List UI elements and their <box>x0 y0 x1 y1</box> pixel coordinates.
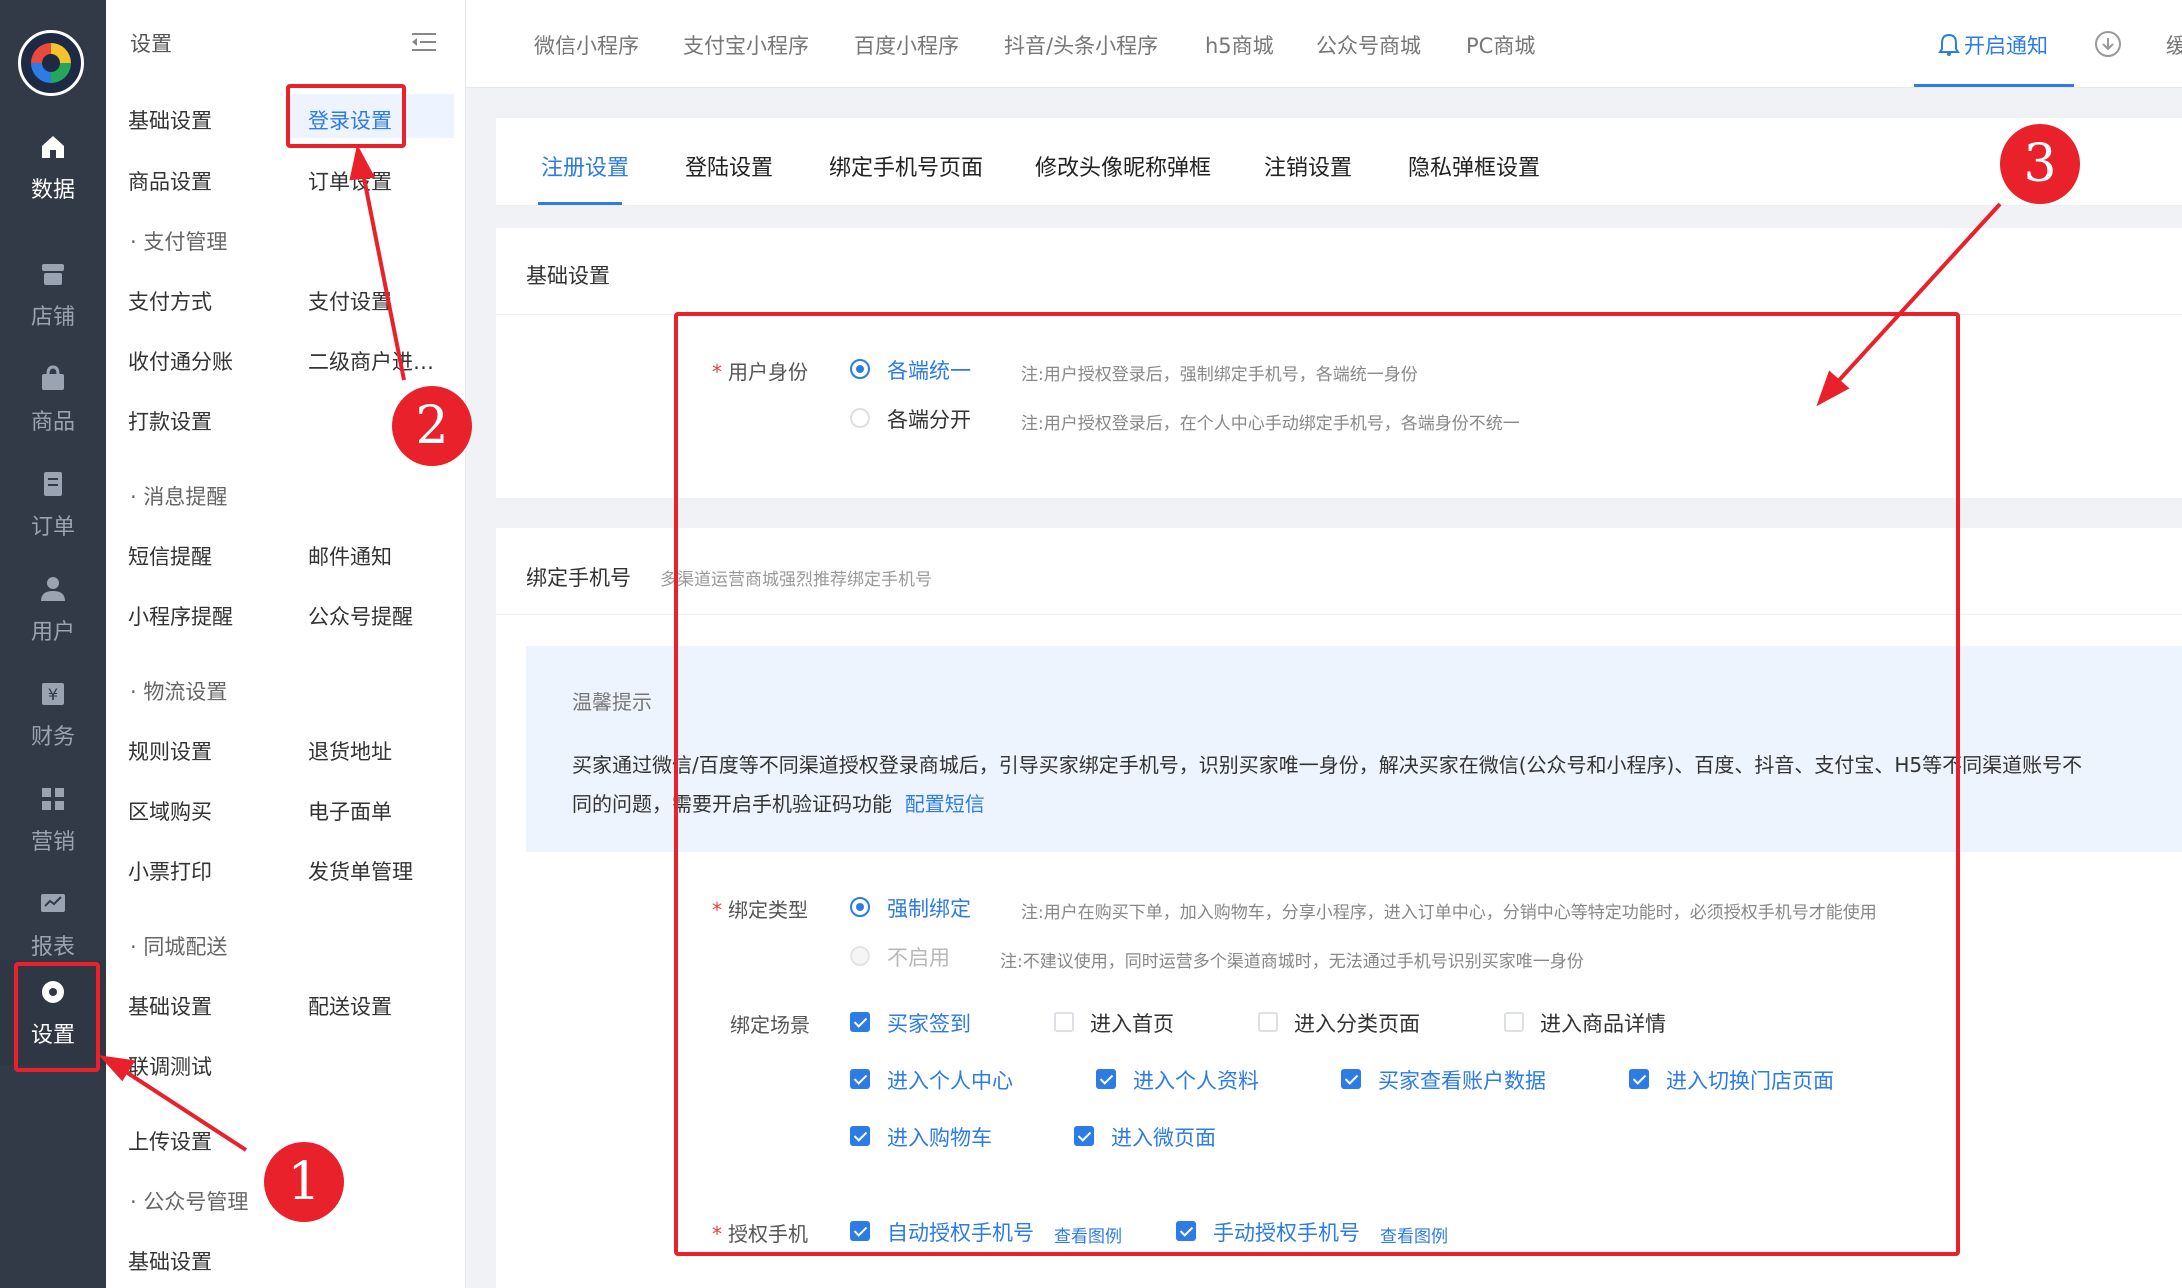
nav-label: 订单 <box>30 514 75 540</box>
annotation-box-content <box>674 312 1960 1256</box>
annotation-badge-3: 3 <box>2000 124 2080 204</box>
marketing-icon <box>42 787 64 810</box>
submenu-item[interactable]: 发货单管理 <box>308 856 413 886</box>
notify-underline <box>1914 84 2074 87</box>
notify-label: 开启通知 <box>1964 34 2048 58</box>
submenu-item[interactable]: 退货地址 <box>308 736 392 766</box>
order-icon <box>44 471 62 496</box>
top-bar: 微信小程序 支付宝小程序 百度小程序 抖音/头条小程序 h5商城 公众号商城 P… <box>466 0 2182 88</box>
submenu-group: · 物流设置 <box>130 680 228 704</box>
settings-tabs: 注册设置 登陆设置 绑定手机号页面 修改头像昵称弹框 注销设置 隐私弹框设置 <box>496 118 2182 206</box>
submenu-group: · 支付管理 <box>130 230 228 254</box>
submenu-group: · 公众号管理 <box>130 1190 249 1214</box>
bell-icon <box>1938 33 1960 56</box>
card-title: 基础设置 <box>526 264 610 288</box>
nav-item-goods[interactable]: 商品 <box>0 347 106 452</box>
submenu-item[interactable]: 小票打印 <box>128 856 212 886</box>
nav-label: 数据 <box>30 177 75 203</box>
submenu-item[interactable]: 电子面单 <box>308 796 392 826</box>
submenu-title: 设置 <box>130 32 172 56</box>
top-tab[interactable]: 抖音/头条小程序 <box>1004 30 1158 60</box>
card-title: 绑定手机号 <box>526 566 631 590</box>
nav-item-orders[interactable]: 订单 <box>0 452 106 557</box>
report-icon <box>41 893 65 912</box>
svg-text:¥: ¥ <box>48 685 58 704</box>
nav-label: 用户 <box>30 619 75 645</box>
submenu-item[interactable]: 联调测试 <box>128 1051 212 1081</box>
notify-button[interactable]: 开启通知 <box>1938 30 2048 60</box>
submenu-item[interactable]: 邮件通知 <box>308 541 392 571</box>
user-icon <box>41 576 65 601</box>
nav-item-store[interactable]: 店铺 <box>0 242 106 347</box>
settings-submenu: 设置 基础设置 登录设置 商品设置 订单设置 · 支付管理 支付方式 支付设置 … <box>106 0 466 1288</box>
submenu-item[interactable]: 收付通分账 <box>128 346 233 376</box>
finance-icon: ¥ <box>42 682 64 705</box>
collapse-menu-icon[interactable] <box>412 32 436 52</box>
annotation-badge-1: 1 <box>264 1142 344 1222</box>
nav-item-users[interactable]: 用户 <box>0 557 106 662</box>
nav-label: 商品 <box>30 409 75 435</box>
tab-register[interactable]: 注册设置 <box>541 150 629 182</box>
submenu-item-orders[interactable]: 订单设置 <box>308 166 392 196</box>
submenu-item[interactable]: 公众号提醒 <box>308 601 413 631</box>
submenu-item[interactable]: 小程序提醒 <box>128 601 233 631</box>
app-logo[interactable] <box>18 30 84 96</box>
submenu-item[interactable]: 配送设置 <box>308 991 392 1021</box>
nav-label: 报表 <box>30 934 75 960</box>
tab-login[interactable]: 登陆设置 <box>685 150 773 182</box>
submenu-item[interactable]: 支付设置 <box>308 286 392 316</box>
submenu-item-goods[interactable]: 商品设置 <box>128 166 212 196</box>
tab-privacy-popup[interactable]: 隐私弹框设置 <box>1408 150 1540 182</box>
store-icon <box>42 263 64 285</box>
top-tab[interactable]: PC商城 <box>1466 30 1535 60</box>
nav-item-marketing[interactable]: 营销 <box>0 767 106 872</box>
top-tab[interactable]: 支付宝小程序 <box>683 30 809 60</box>
nav-label: 营销 <box>30 829 75 855</box>
home-icon <box>42 135 64 158</box>
tab-cancel[interactable]: 注销设置 <box>1264 150 1352 182</box>
download-icon[interactable] <box>2095 31 2121 57</box>
tab-active-indicator <box>538 202 622 205</box>
submenu-item[interactable]: 规则设置 <box>128 736 212 766</box>
submenu-item-basic[interactable]: 基础设置 <box>128 105 212 135</box>
top-tab-truncated[interactable]: 缓 <box>2166 30 2182 60</box>
submenu-item[interactable]: 上传设置 <box>128 1126 212 1156</box>
submenu-item[interactable]: 区域购买 <box>128 796 212 826</box>
submenu-group: · 消息提醒 <box>130 485 228 509</box>
submenu-item[interactable]: 基础设置 <box>128 1246 212 1276</box>
bag-icon <box>42 364 64 390</box>
submenu-item[interactable]: 基础设置 <box>128 991 212 1021</box>
top-tab[interactable]: 公众号商城 <box>1316 30 1421 60</box>
top-tab[interactable]: h5商城 <box>1205 30 1274 60</box>
nav-label: 财务 <box>30 724 75 750</box>
nav-item-finance[interactable]: ¥ 财务 <box>0 662 106 767</box>
annotation-badge-2: 2 <box>392 386 472 466</box>
submenu-item[interactable]: 短信提醒 <box>128 541 212 571</box>
submenu-item[interactable]: 打款设置 <box>128 406 212 436</box>
nav-item-data[interactable]: 数据 <box>0 115 106 220</box>
main-nav: 数据 店铺 商品 订单 用户 ¥ 财务 营销 报表 设置 <box>0 0 106 1288</box>
annotation-box-login <box>286 84 406 148</box>
tab-avatar-popup[interactable]: 修改头像昵称弹框 <box>1035 150 1211 182</box>
annotation-box-settings <box>14 962 100 1072</box>
top-tab[interactable]: 百度小程序 <box>854 30 959 60</box>
tip-title: 温馨提示 <box>572 690 652 714</box>
submenu-item[interactable]: 二级商户进… <box>308 346 434 376</box>
nav-label: 店铺 <box>30 304 75 330</box>
submenu-group: · 同城配送 <box>130 935 228 959</box>
top-tab[interactable]: 微信小程序 <box>534 30 639 60</box>
submenu-item[interactable]: 支付方式 <box>128 286 212 316</box>
tab-bind-phone-page[interactable]: 绑定手机号页面 <box>829 150 983 182</box>
